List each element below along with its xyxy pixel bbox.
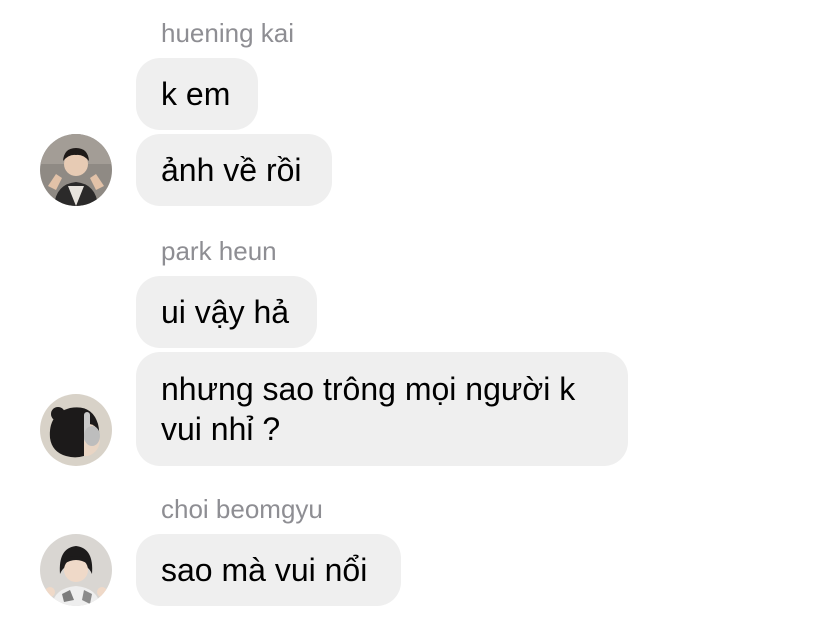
message-bubble[interactable]: sao mà vui nổi xyxy=(136,534,401,606)
sender-name[interactable]: huening kai xyxy=(161,20,294,46)
message-bubble[interactable]: ảnh về rồi xyxy=(136,134,332,206)
message-text: k em xyxy=(161,76,231,112)
avatar[interactable] xyxy=(40,534,112,606)
sender-name[interactable]: park heun xyxy=(161,238,277,264)
person-avatar-icon xyxy=(40,534,112,606)
message-text: ảnh về rồi xyxy=(161,152,302,188)
message-bubble[interactable]: nhưng sao trông mọi người k vui nhỉ ? xyxy=(136,352,628,466)
message-bubble[interactable]: k em xyxy=(136,58,258,130)
message-text: nhưng sao trông mọi người k vui nhỉ ? xyxy=(161,371,576,447)
sender-name[interactable]: choi beomgyu xyxy=(161,496,323,522)
message-bubble[interactable]: ui vậy hả xyxy=(136,276,317,348)
message-text: sao mà vui nổi xyxy=(161,552,368,588)
person-avatar-icon xyxy=(40,134,112,206)
message-text: ui vậy hả xyxy=(161,294,290,330)
avatar[interactable] xyxy=(40,134,112,206)
avatar[interactable] xyxy=(40,394,112,466)
person-avatar-icon xyxy=(40,394,112,466)
